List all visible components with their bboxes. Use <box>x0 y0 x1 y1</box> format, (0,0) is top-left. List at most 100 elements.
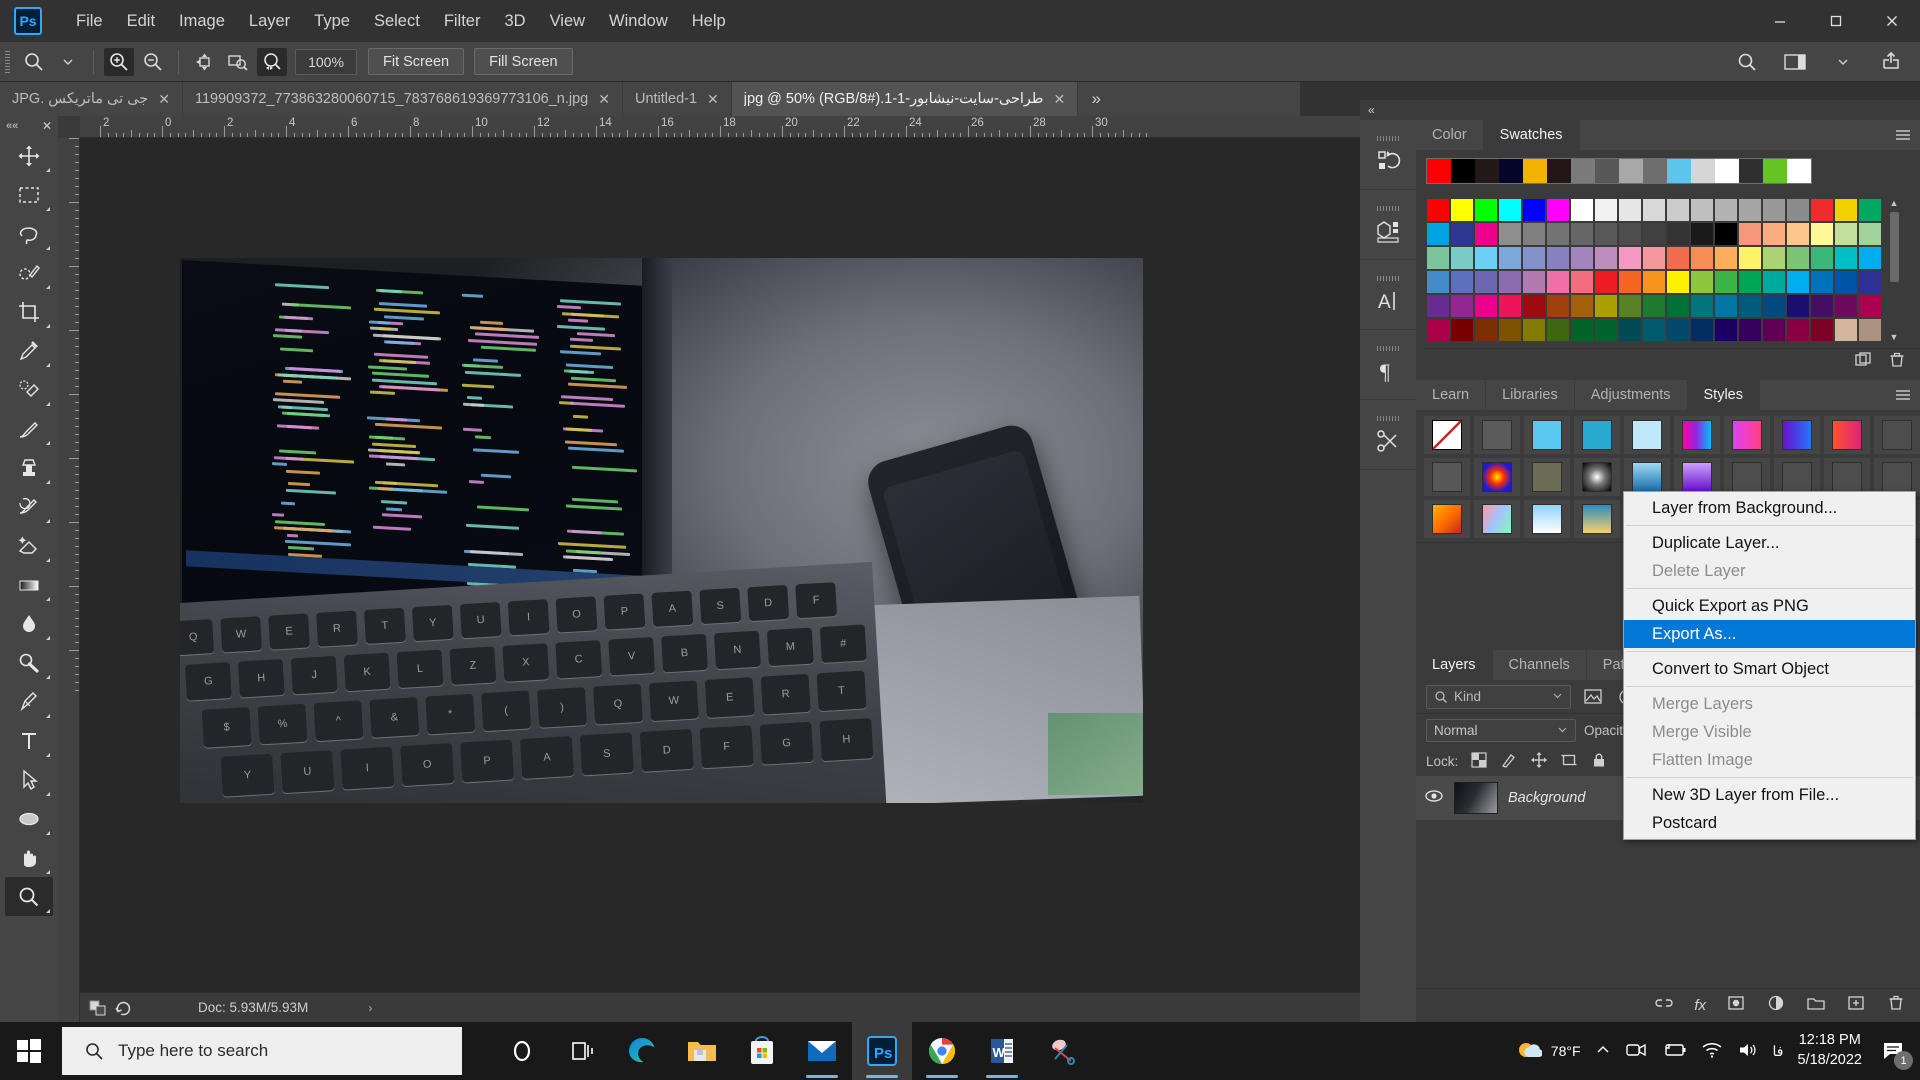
color-swatch[interactable] <box>1762 246 1786 270</box>
color-swatch[interactable] <box>1642 198 1666 222</box>
zoom-level-field[interactable]: 100% <box>295 48 357 75</box>
recent-color-swatch[interactable] <box>1763 159 1787 183</box>
color-swatch[interactable] <box>1834 294 1858 318</box>
color-swatch[interactable] <box>1474 318 1498 342</box>
crop-tool[interactable] <box>5 292 53 331</box>
color-swatch[interactable] <box>1594 294 1618 318</box>
color-swatch[interactable] <box>1618 294 1642 318</box>
color-swatch[interactable] <box>1858 294 1882 318</box>
color-swatch[interactable] <box>1810 270 1834 294</box>
spot-healing-brush-tool[interactable] <box>5 370 53 409</box>
color-swatch[interactable] <box>1762 198 1786 222</box>
color-swatch[interactable] <box>1594 222 1618 246</box>
type-tool[interactable] <box>5 721 53 760</box>
color-swatch[interactable] <box>1810 246 1834 270</box>
color-swatch[interactable] <box>1642 222 1666 246</box>
color-swatch[interactable] <box>1618 198 1642 222</box>
notification-icon[interactable]: 1 <box>1876 1034 1913 1070</box>
color-swatch[interactable] <box>1618 246 1642 270</box>
fit-screen-button[interactable]: Fit Screen <box>368 48 465 75</box>
microsoft-word-icon[interactable]: W <box>972 1022 1032 1080</box>
menu-image[interactable]: Image <box>167 8 237 35</box>
tab-overflow-button[interactable]: » <box>1078 82 1115 116</box>
weather-widget[interactable]: 78°F <box>1516 1039 1581 1063</box>
hand-tool[interactable] <box>5 838 53 877</box>
color-swatch[interactable] <box>1594 318 1618 342</box>
microsoft-store-icon[interactable] <box>732 1022 792 1080</box>
color-swatch[interactable] <box>1450 318 1474 342</box>
context-menu-item-new-3d-layer-from-file[interactable]: New 3D Layer from File... <box>1624 781 1915 809</box>
dodge-tool[interactable] <box>5 643 53 682</box>
image-filter-icon[interactable] <box>1581 688 1605 706</box>
menu-edit[interactable]: Edit <box>115 8 167 35</box>
color-swatch[interactable] <box>1714 222 1738 246</box>
lock-artboard-icon[interactable] <box>1560 751 1578 772</box>
search-icon[interactable] <box>1732 48 1762 76</box>
color-swatch[interactable] <box>1450 198 1474 222</box>
preset-chevron-down-icon[interactable] <box>53 48 83 76</box>
file-explorer-icon[interactable] <box>672 1022 732 1080</box>
object-selection-tool[interactable] <box>5 253 53 292</box>
color-swatch[interactable] <box>1642 318 1666 342</box>
lock-all-icon[interactable] <box>1590 751 1608 772</box>
color-swatch[interactable] <box>1618 270 1642 294</box>
scroll-down-arrow[interactable]: ▼ <box>1890 332 1899 342</box>
menu-3d[interactable]: 3D <box>492 8 537 35</box>
color-swatch[interactable] <box>1642 246 1666 270</box>
color-swatch[interactable] <box>1546 270 1570 294</box>
close-icon[interactable]: ✕ <box>707 91 719 108</box>
recent-color-swatch[interactable] <box>1595 159 1619 183</box>
recent-color-swatch[interactable] <box>1739 159 1763 183</box>
status-color-icons[interactable] <box>88 999 132 1017</box>
color-swatch[interactable] <box>1546 246 1570 270</box>
battery-charging-icon[interactable] <box>1661 1042 1687 1061</box>
tab-styles[interactable]: Styles <box>1687 380 1760 410</box>
color-swatch[interactable] <box>1498 198 1522 222</box>
search-input[interactable]: Type here to search <box>62 1027 462 1075</box>
style-preset[interactable] <box>1524 500 1570 538</box>
color-swatch[interactable] <box>1714 198 1738 222</box>
new-swatch-icon[interactable] <box>1854 351 1872 374</box>
menu-view[interactable]: View <box>538 8 597 35</box>
color-swatch[interactable] <box>1858 318 1882 342</box>
blend-mode-select[interactable]: Normal <box>1426 718 1576 742</box>
speaker-icon[interactable] <box>1737 1041 1759 1062</box>
color-swatch[interactable] <box>1522 246 1546 270</box>
lock-image-pixels-icon[interactable] <box>1500 751 1518 772</box>
share-icon[interactable] <box>1876 48 1906 76</box>
rectangular-marquee-tool[interactable] <box>5 175 53 214</box>
document-tab-3[interactable]: طراحی-سایت-نیشابور-1-1.jpg @ 50% (RGB/8#… <box>731 82 1079 116</box>
image-canvas[interactable]: Q W E R T Y U I O P A S D F G H J K L Z X C V B N M # $% ^ & *() Q W E R T Y… <box>180 258 1143 803</box>
color-swatch[interactable] <box>1426 222 1450 246</box>
color-swatch[interactable] <box>1690 270 1714 294</box>
maximize-button[interactable] <box>1808 0 1864 42</box>
zoom-tool-preset-icon[interactable] <box>19 48 49 76</box>
minimize-button[interactable] <box>1752 0 1808 42</box>
menu-help[interactable]: Help <box>680 8 738 35</box>
eyedropper-tool[interactable] <box>5 331 53 370</box>
color-swatch[interactable] <box>1666 294 1690 318</box>
new-group-icon[interactable] <box>1806 994 1826 1017</box>
pen-tool[interactable] <box>5 682 53 721</box>
color-swatch[interactable] <box>1858 270 1882 294</box>
context-menu-item-postcard[interactable]: Postcard <box>1624 809 1915 837</box>
blur-tool[interactable] <box>5 604 53 643</box>
recent-color-swatch[interactable] <box>1643 159 1667 183</box>
color-swatch[interactable] <box>1450 270 1474 294</box>
delete-layer-icon[interactable] <box>1886 994 1906 1017</box>
color-swatch[interactable] <box>1858 198 1882 222</box>
styles-panel-menu-icon[interactable] <box>1894 380 1912 410</box>
recent-color-swatch[interactable] <box>1619 159 1643 183</box>
color-swatch[interactable] <box>1570 198 1594 222</box>
color-swatch[interactable] <box>1618 318 1642 342</box>
color-swatch[interactable] <box>1834 246 1858 270</box>
language-indicator[interactable]: فا <box>1773 1043 1784 1060</box>
color-swatch[interactable] <box>1450 294 1474 318</box>
zoom-out-icon[interactable] <box>138 48 168 76</box>
recent-color-swatch[interactable] <box>1787 159 1811 183</box>
color-swatch[interactable] <box>1522 270 1546 294</box>
color-swatch[interactable] <box>1570 270 1594 294</box>
fill-screen-button[interactable]: Fill Screen <box>474 48 573 75</box>
color-swatch[interactable] <box>1690 294 1714 318</box>
ellipse-tool[interactable] <box>5 799 53 838</box>
